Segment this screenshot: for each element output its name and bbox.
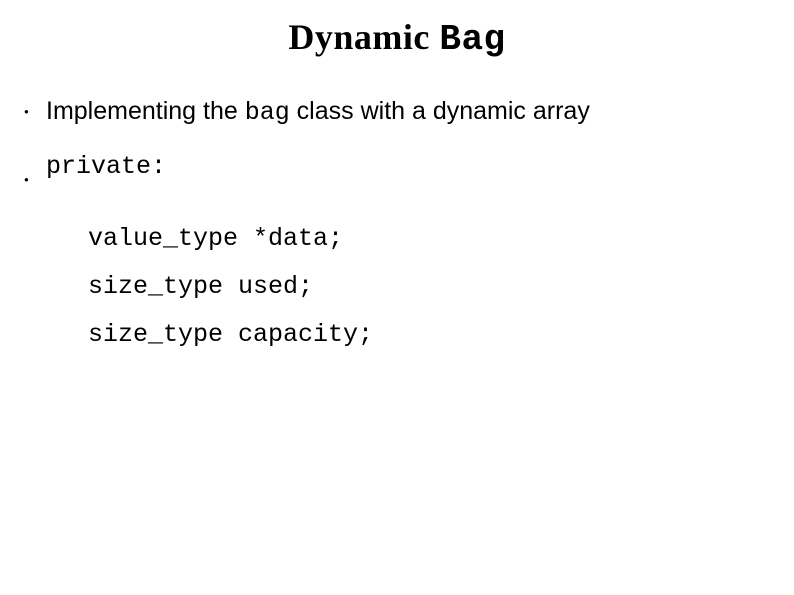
bullet-item-2: ● private: xyxy=(22,152,772,200)
bullet-item-1: ● Implementing the bag class with a dyna… xyxy=(22,96,772,128)
bullet-1-post: class with a dynamic array xyxy=(290,97,590,125)
bullet-1-code: bag xyxy=(245,98,290,127)
bullet-dot-icon: ● xyxy=(22,176,46,184)
slide: Dynamic Bag ● Implementing the bag class… xyxy=(0,0,794,595)
code-line-data: value_type *data; xyxy=(46,224,772,254)
title-word-bag: Bag xyxy=(439,19,505,60)
bullet-1-pre: Implementing the xyxy=(46,97,245,125)
bullet-1-text: Implementing the bag class with a dynami… xyxy=(46,96,590,128)
bullet-dot-icon: ● xyxy=(22,108,46,116)
code-line-capacity: size_type capacity; xyxy=(46,320,772,350)
code-block: private: xyxy=(46,152,166,200)
code-block-body: value_type *data; size_type used; size_t… xyxy=(22,224,772,350)
code-line-used: size_type used; xyxy=(46,272,772,302)
slide-title: Dynamic Bag xyxy=(22,16,772,60)
code-line-private: private: xyxy=(46,152,166,182)
title-word-dynamic: Dynamic xyxy=(288,17,439,57)
